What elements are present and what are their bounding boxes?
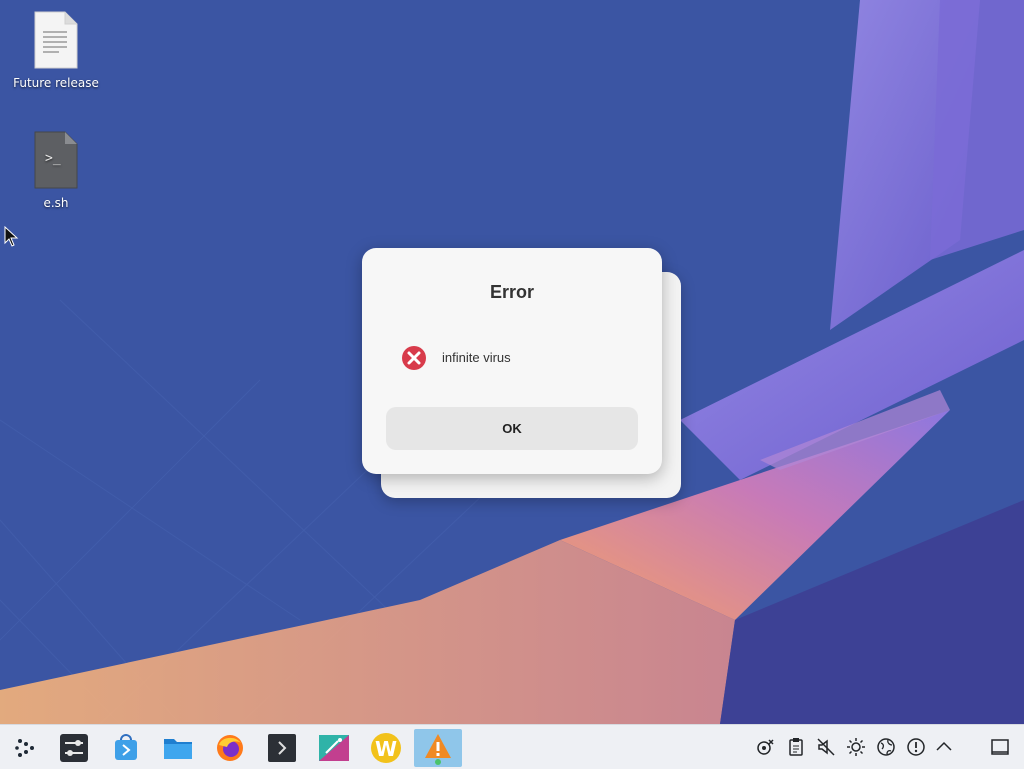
- error-dialog: Error infinite virus OK: [362, 248, 662, 474]
- volume-muted-icon[interactable]: [816, 737, 836, 757]
- clipboard-icon[interactable]: [786, 737, 806, 757]
- application-launcher-icon: [15, 739, 34, 757]
- file-manager-launcher[interactable]: [156, 729, 200, 767]
- shell-script-icon: >_: [34, 131, 78, 189]
- wine-launcher[interactable]: W: [364, 729, 408, 767]
- warning-app-task[interactable]: [414, 729, 462, 767]
- ok-button[interactable]: OK: [386, 407, 638, 450]
- error-icon: [402, 346, 426, 370]
- file-manager-icon: [164, 739, 192, 759]
- wine-icon: W: [371, 733, 401, 763]
- mouse-cursor-icon: [4, 226, 19, 247]
- taskbar: W: [0, 724, 1024, 769]
- brightness-icon[interactable]: [846, 737, 866, 757]
- terminal-launcher[interactable]: [260, 729, 304, 767]
- updates-icon[interactable]: [906, 737, 926, 757]
- firefox-icon: [217, 735, 243, 761]
- dialog-title: Error: [489, 282, 534, 302]
- screenshot-tool-icon: [319, 735, 349, 761]
- screenshot-tool-launcher[interactable]: [312, 729, 356, 767]
- desktop-icon-label: e.sh: [43, 196, 69, 210]
- desktop-icon-future-release[interactable]: Future release: [8, 10, 104, 90]
- dialog-message: infinite virus: [442, 350, 511, 365]
- text-document-icon: [34, 11, 78, 69]
- globe-icon[interactable]: [876, 737, 896, 757]
- software-store-launcher[interactable]: [104, 729, 148, 767]
- desktop-icon-e-sh[interactable]: >_ e.sh: [8, 130, 104, 210]
- svg-text:W: W: [375, 737, 397, 761]
- show-hidden-icon[interactable]: [934, 737, 954, 757]
- svg-text:>_: >_: [45, 151, 61, 166]
- application-launcher-button[interactable]: [4, 729, 48, 767]
- firefox-launcher[interactable]: [208, 729, 252, 767]
- network-disconnected-icon[interactable]: [756, 737, 776, 757]
- system-settings-launcher[interactable]: [52, 729, 96, 767]
- system-settings-icon: [60, 734, 88, 762]
- show-desktop-icon[interactable]: [990, 737, 1010, 757]
- terminal-icon: [268, 734, 296, 762]
- software-store-icon: [115, 734, 137, 760]
- warning-app-icon: [425, 734, 451, 765]
- desktop-icon-label: Future release: [13, 76, 99, 90]
